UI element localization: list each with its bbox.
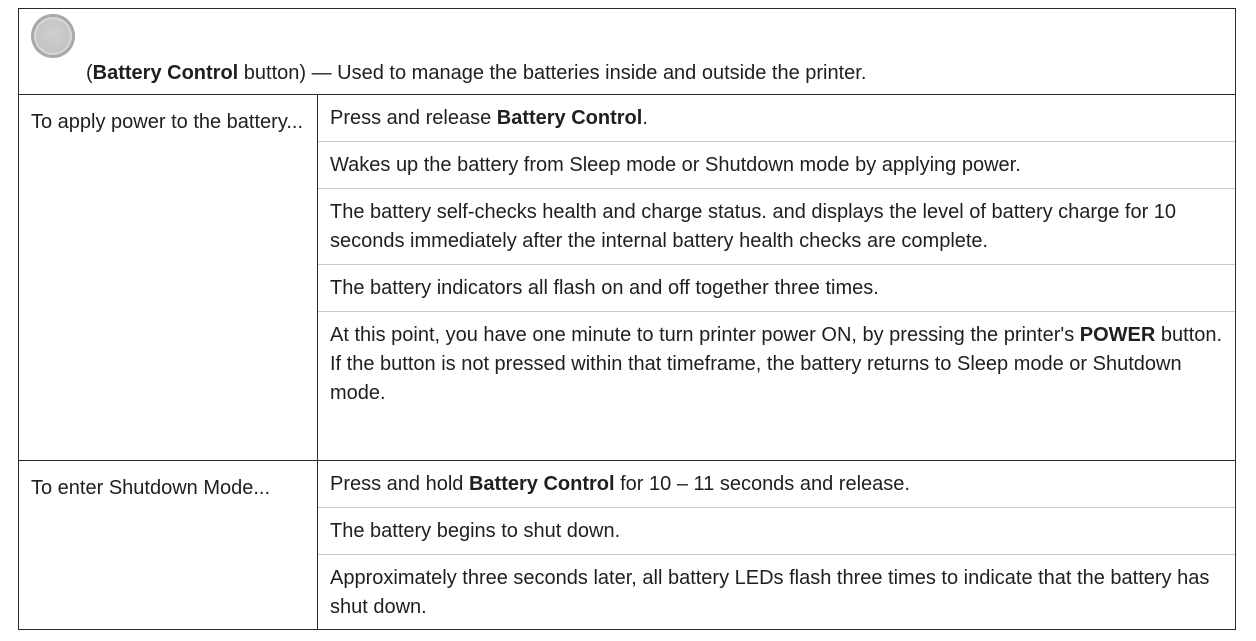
bold-text: POWER: [1079, 324, 1156, 346]
step-paragraph: The battery self-checks health and charg…: [318, 189, 1235, 265]
step-paragraph: The battery indicators all flash on and …: [318, 265, 1235, 312]
text: Press and release: [330, 107, 497, 129]
header-rest: button) — Used to manage the batteries i…: [238, 62, 867, 84]
row-content: Press and release Battery Control. Wakes…: [318, 95, 1235, 460]
step-paragraph: Wakes up the battery from Sleep mode or …: [318, 142, 1235, 189]
row-label: To enter Shutdown Mode...: [19, 461, 318, 629]
table-row: To enter Shutdown Mode... Press and hold…: [19, 461, 1235, 629]
table-row: To apply power to the battery... Press a…: [19, 95, 1235, 461]
header-paren: (: [86, 62, 93, 84]
text: Press and hold: [330, 473, 469, 495]
text: for 10 – 11 seconds and release.: [614, 473, 910, 495]
text: At this point, you have one minute to tu…: [330, 324, 1080, 346]
step-paragraph: Press and release Battery Control.: [318, 95, 1235, 142]
header-button-name: Battery Control: [92, 62, 239, 84]
bold-text: Battery Control: [496, 107, 643, 129]
step-paragraph: Approximately three seconds later, all b…: [330, 567, 1210, 618]
row-label: To apply power to the battery...: [19, 95, 318, 460]
row-content: Press and hold Battery Control for 10 – …: [318, 461, 1235, 629]
step-paragraph: The battery begins to shut down.: [318, 508, 1235, 555]
battery-control-table: (Battery Control button) — Used to manag…: [18, 8, 1236, 630]
battery-control-button-icon: [31, 14, 75, 58]
step-paragraph: At this point, you have one minute to tu…: [318, 312, 1235, 416]
text: .: [642, 107, 648, 129]
table-header: (Battery Control button) — Used to manag…: [19, 9, 1235, 95]
step-paragraph: Press and hold Battery Control for 10 – …: [318, 461, 1235, 508]
header-description: (Battery Control button) — Used to manag…: [86, 62, 866, 85]
bold-text: Battery Control: [468, 473, 615, 495]
